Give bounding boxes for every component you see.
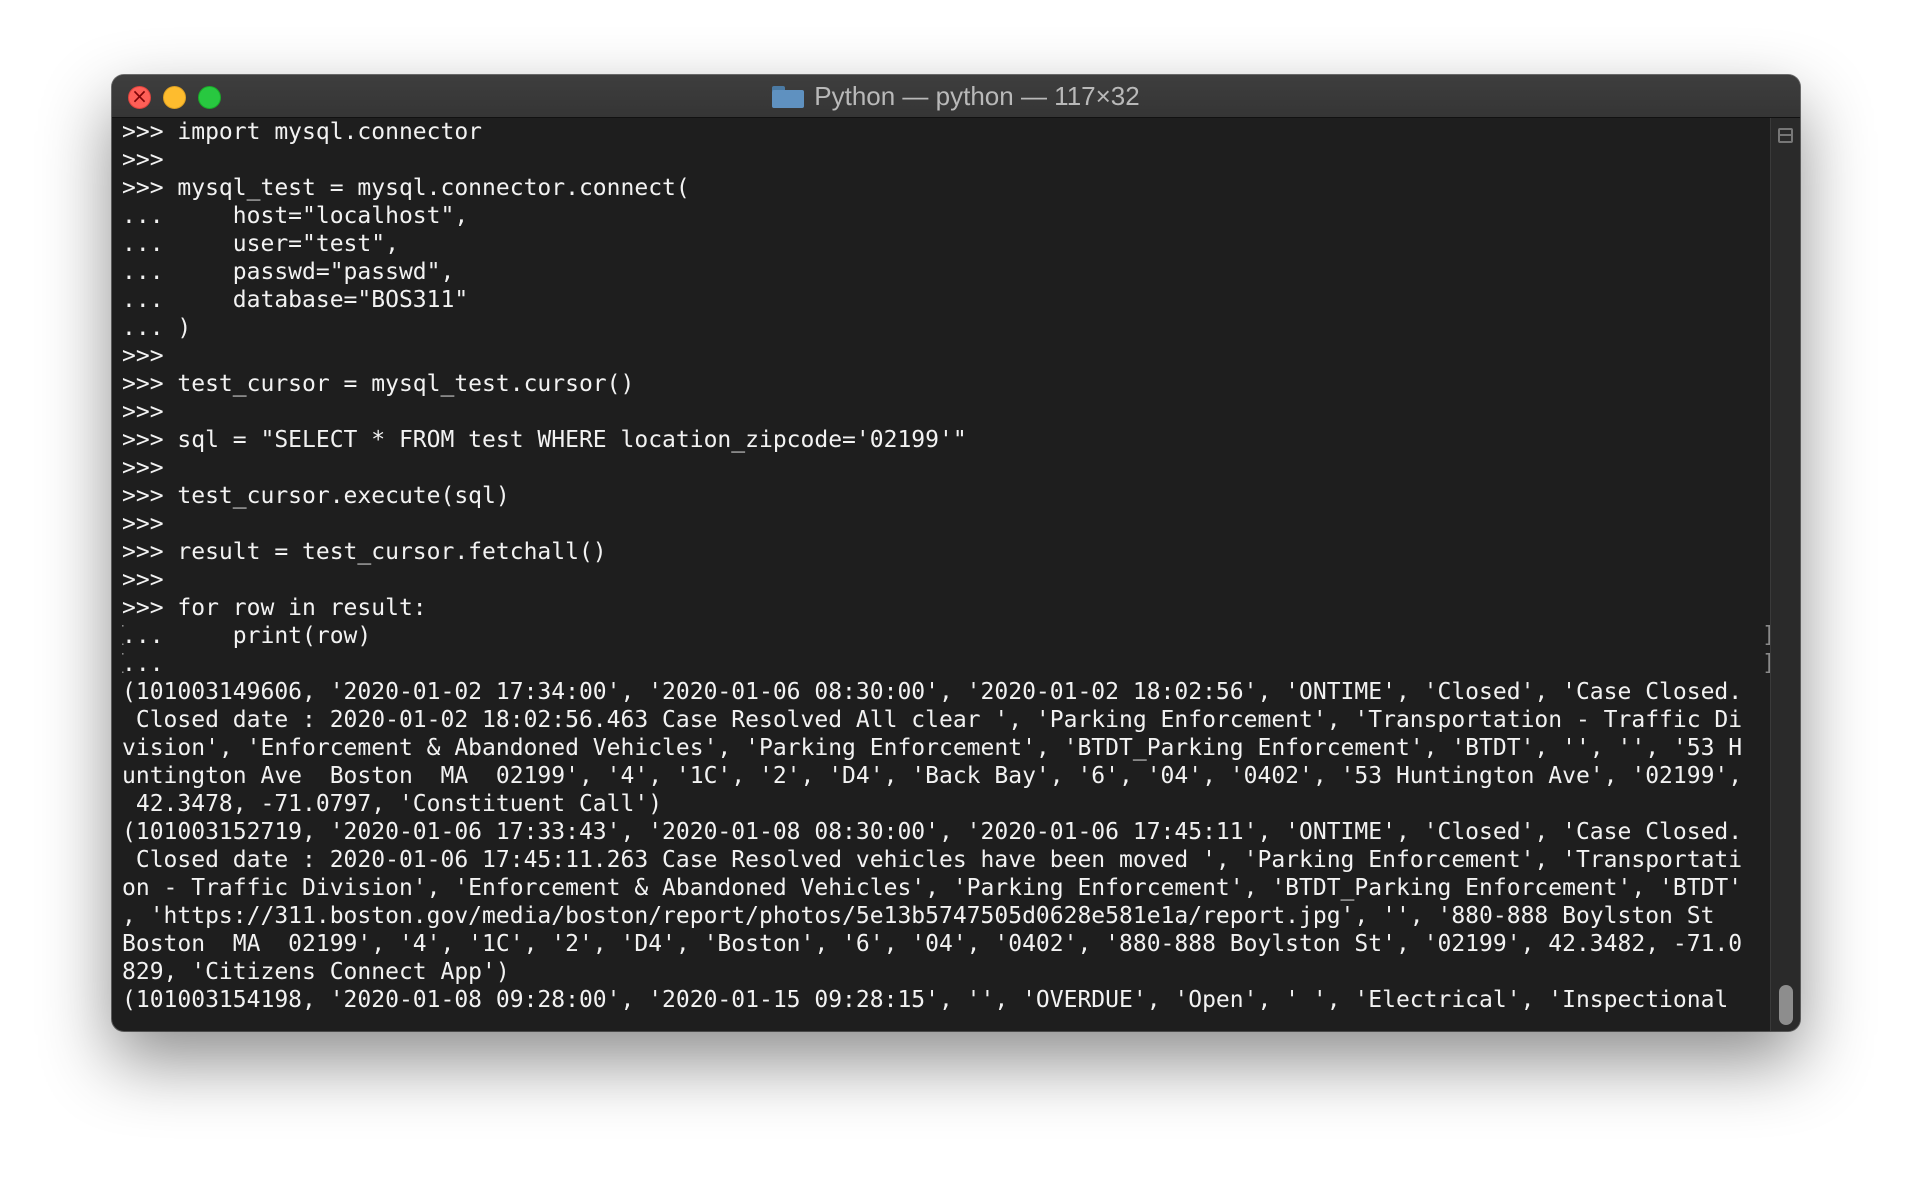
terminal-line: ... print(row) — [122, 623, 372, 649]
split-pane-icon[interactable] — [1778, 128, 1793, 143]
terminal-line: 829, 'Citizens Connect App') — [122, 959, 510, 985]
scrollbar-thumb[interactable] — [1779, 985, 1793, 1025]
terminal-line: ... database="BOS311" — [122, 287, 469, 313]
terminal-line: 42.3478, -71.0797, 'Constituent Call') — [122, 791, 663, 817]
terminal-line: >>> import mysql.connector — [122, 119, 483, 145]
terminal-line: (101003149606, '2020-01-02 17:34:00', '2… — [122, 679, 1743, 705]
terminal-line: >>> — [122, 567, 164, 593]
mark-bracket-open: [ — [122, 622, 127, 650]
terminal-line: on - Traffic Division', 'Enforcement & A… — [122, 875, 1743, 901]
terminal-line: Closed date : 2020-01-02 18:02:56.463 Ca… — [122, 707, 1743, 733]
vertical-scrollbar[interactable] — [1770, 118, 1800, 1031]
window-title-group: Python — python — 117×32 — [112, 75, 1800, 118]
terminal-line: (101003154198, '2020-01-08 09:28:00', '2… — [122, 987, 1729, 1013]
mark-bracket-open: [ — [122, 650, 127, 678]
terminal-line: >>> — [122, 455, 164, 481]
terminal-line: ... ) — [122, 315, 192, 341]
terminal-line: , 'https://311.boston.gov/media/boston/r… — [122, 903, 1715, 929]
terminal-line: >>> test_cursor.execute(sql) — [122, 483, 510, 509]
folder-icon — [772, 85, 805, 108]
terminal-line: >>> — [122, 147, 164, 173]
terminal-line: >>> result = test_cursor.fetchall() — [122, 539, 607, 565]
terminal-line: ... — [122, 651, 164, 677]
terminal-line: Boston MA 02199', '4', '1C', '2', 'D4', … — [122, 931, 1743, 957]
terminal-line: >>> — [122, 399, 164, 425]
terminal-line: (101003152719, '2020-01-06 17:33:43', '2… — [122, 819, 1743, 845]
terminal-line: vision', 'Enforcement & Abandoned Vehicl… — [122, 735, 1743, 761]
terminal-line: >>> for row in result: — [122, 595, 427, 621]
terminal-line: >>> mysql_test = mysql.connector.connect… — [122, 175, 690, 201]
terminal-line: untington Ave Boston MA 02199', '4', '1C… — [122, 763, 1743, 789]
terminal-line: ... host="localhost", — [122, 203, 469, 229]
terminal-line: Closed date : 2020-01-06 17:45:11.263 Ca… — [122, 847, 1743, 873]
terminal-output[interactable]: >>> import mysql.connector >>> >>> mysql… — [122, 118, 1772, 1031]
terminal-line: ... passwd="passwd", — [122, 259, 455, 285]
terminal-line: >>> sql = "SELECT * FROM test WHERE loca… — [122, 427, 967, 453]
window-title: Python — python — 117×32 — [814, 81, 1140, 111]
terminal-line: >>> test_cursor = mysql_test.cursor() — [122, 371, 635, 397]
title-bar[interactable]: Python — python — 117×32 — [112, 75, 1800, 118]
terminal-window: Python — python — 117×32 >>> import mysq… — [112, 75, 1800, 1031]
terminal-line: >>> — [122, 511, 164, 537]
terminal-line: >>> — [122, 343, 164, 369]
terminal-line: ... user="test", — [122, 231, 399, 257]
